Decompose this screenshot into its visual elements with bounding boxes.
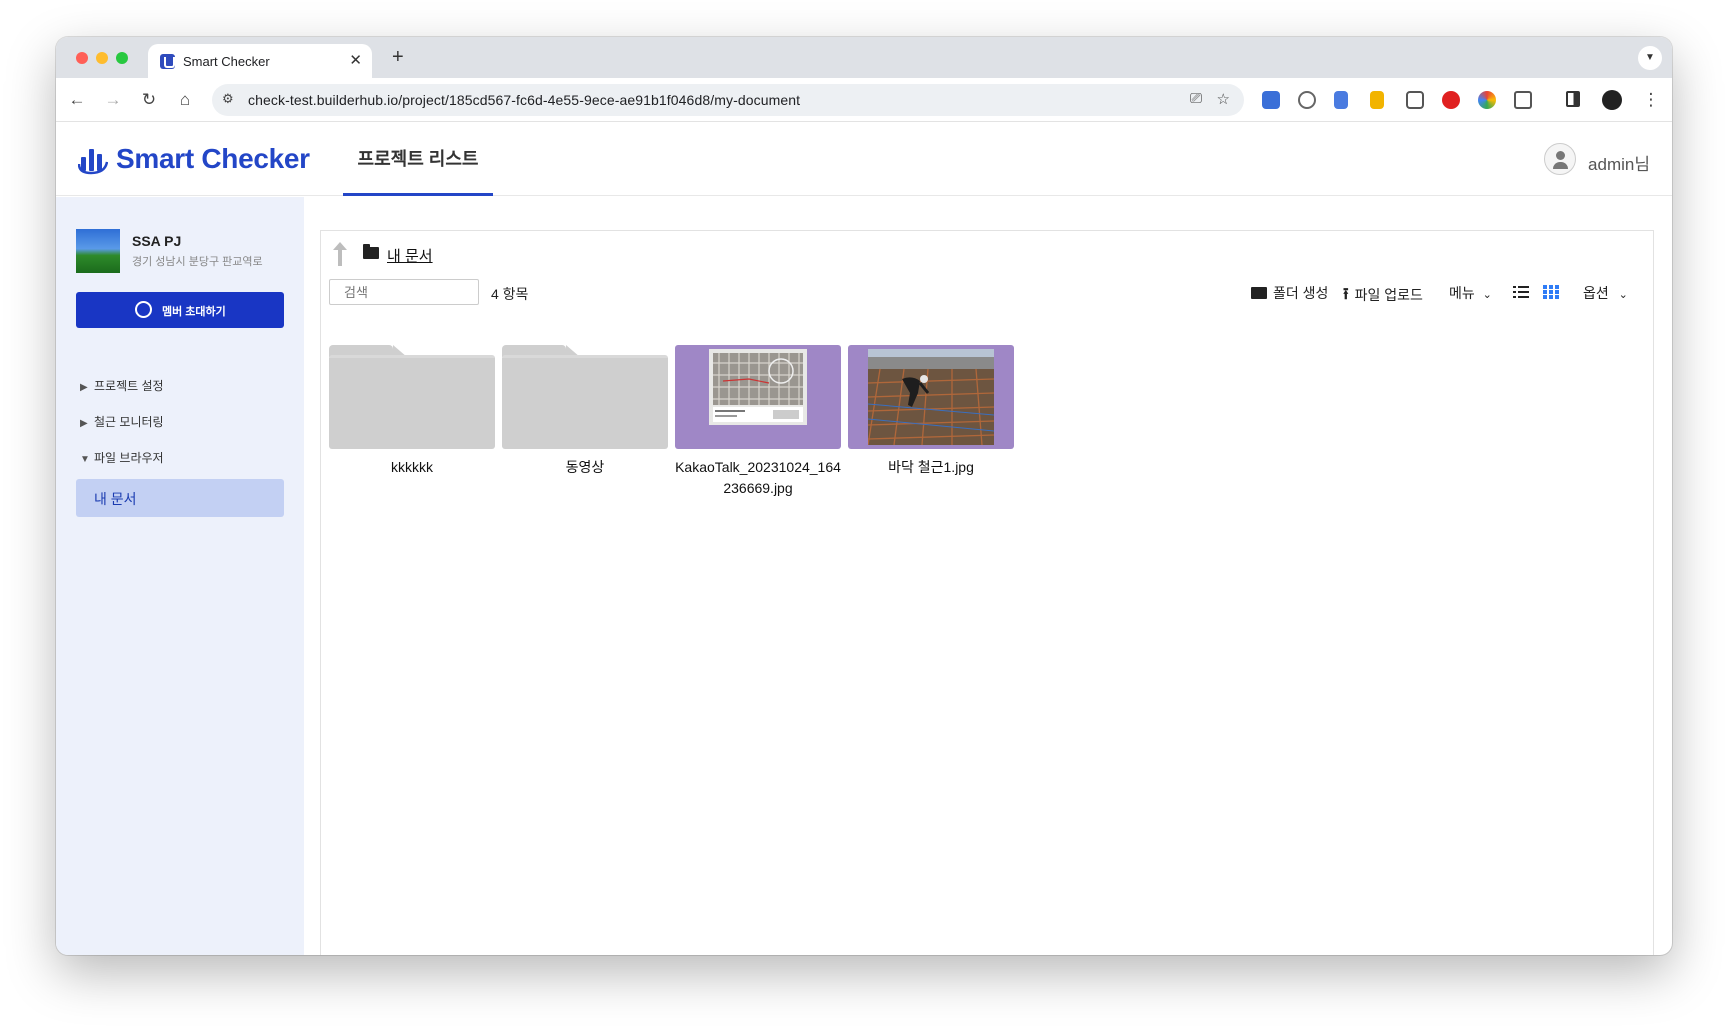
favicon-icon (160, 54, 175, 69)
breadcrumb[interactable]: 내 문서 (387, 245, 433, 266)
create-folder-label: 폴더 생성 (1273, 285, 1329, 301)
item-count: 4 항목 (491, 286, 529, 302)
adblock-extension-icon[interactable] (1442, 91, 1460, 109)
url-text[interactable]: check-test.builderhub.io/project/185cd56… (248, 92, 800, 108)
rebar-floor-photo-thumbnail (868, 349, 994, 445)
search-input[interactable] (329, 279, 479, 305)
item-name: 바닥 철근1.jpg (888, 459, 974, 475)
browser-window: Smart Checker ✕ + ▼ ← → ↻ ⌂ ⚙ check-test… (56, 37, 1672, 955)
list-view-icon[interactable] (1513, 285, 1529, 299)
sidebar-item-rebar-monitoring[interactable]: ▶ 철근 모니터링 (80, 413, 164, 430)
project-address: 경기 성남시 분당구 판교역로 (132, 256, 263, 268)
browser-menu-icon[interactable]: ⋮ (1638, 87, 1664, 113)
sidebar-item-project-settings[interactable]: ▶ 프로젝트 설정 (80, 377, 164, 394)
cloud-extension-icon[interactable] (1298, 91, 1316, 109)
forward-icon[interactable]: → (100, 87, 126, 113)
expand-arrow-icon: ▶ (80, 418, 88, 429)
user-name[interactable]: admin님 (1588, 150, 1650, 175)
project-name: SSA PJ (132, 233, 182, 249)
upload-icon: ⭱ (1343, 286, 1349, 303)
file-thumbnail-frame (675, 345, 841, 449)
image-file-item[interactable]: 바닥 철근1.jpg (848, 345, 1014, 478)
color-extension-icon[interactable] (1478, 91, 1496, 109)
tab-search-chevron-icon[interactable]: ▼ (1638, 46, 1662, 70)
invite-member-button[interactable]: 멤버 초대하기 (76, 292, 284, 328)
bookmark-star-icon[interactable]: ☆ (1217, 90, 1230, 108)
parent-folder-arrow-icon[interactable] (331, 241, 349, 267)
item-name: KakaoTalk_20231024_164236669.jpg (675, 459, 841, 496)
app-header: Smart Checker 프로젝트 리스트 admin님 (56, 123, 1672, 196)
reload-icon[interactable]: ↻ (136, 87, 162, 113)
upload-file-label: 파일 업로드 (1354, 287, 1423, 304)
menu-dropdown[interactable]: 메뉴 ⌄ (1449, 283, 1492, 303)
options-dropdown[interactable]: 옵션 ⌄ (1583, 283, 1628, 303)
collapse-arrow-icon: ▼ (80, 454, 90, 465)
sidebar-item-label: 프로젝트 설정 (94, 379, 164, 393)
extension-icon-3[interactable] (1334, 91, 1348, 109)
menu-dropdown-label: 메뉴 (1449, 285, 1475, 301)
tab-title: Smart Checker (183, 54, 270, 69)
options-dropdown-label: 옵션 (1583, 285, 1609, 301)
rebar-document-thumbnail (709, 349, 807, 425)
site-settings-icon[interactable]: ⚙ (222, 91, 234, 107)
side-panel-icon[interactable] (1566, 91, 1580, 107)
minimize-window-button[interactable] (96, 52, 108, 64)
file-thumbnail-frame (848, 345, 1014, 449)
notes-extension-icon[interactable] (1370, 91, 1384, 109)
file-browser-panel: 내 문서 4 항목 폴더 생성 ⭱ 파일 업로드 메뉴 ⌄ (320, 230, 1654, 955)
logo-mark-icon (78, 149, 108, 175)
logo-text: Smart Checker (116, 143, 310, 174)
expand-arrow-icon: ▶ (80, 382, 88, 393)
item-name: kkkkkk (391, 459, 433, 475)
folder-icon (363, 244, 379, 259)
sidebar-item-my-documents[interactable]: 내 문서 (76, 479, 284, 517)
extension-icon-5[interactable] (1406, 91, 1424, 109)
user-menu[interactable]: admin님 (1530, 143, 1650, 177)
folder-icon (502, 345, 668, 449)
maximize-window-button[interactable] (116, 52, 128, 64)
chevron-down-icon: ⌄ (1618, 289, 1628, 301)
invite-member-icon (135, 301, 152, 318)
new-tab-button[interactable]: + (392, 46, 404, 69)
folder-icon (329, 345, 495, 449)
browser-tab[interactable]: Smart Checker ✕ (148, 44, 372, 78)
item-name: 동영상 (565, 459, 605, 475)
user-avatar-icon[interactable] (1544, 143, 1576, 175)
tab-bar: Smart Checker ✕ + ▼ (56, 37, 1672, 78)
project-thumbnail (76, 229, 120, 273)
create-folder-button[interactable]: 폴더 생성 (1251, 283, 1328, 303)
tab-project-list[interactable]: 프로젝트 리스트 (343, 123, 493, 196)
sidebar-subitem-label: 내 문서 (94, 491, 137, 507)
sidebar-item-file-browser[interactable]: ▼ 파일 브라우저 (80, 449, 164, 466)
sidebar-item-label: 파일 브라우저 (94, 451, 164, 465)
sidebar-item-label: 철근 모니터링 (94, 415, 164, 429)
address-bar[interactable]: ⚙ check-test.builderhub.io/project/185cd… (212, 84, 1244, 116)
tab-close-icon[interactable]: ✕ (349, 51, 362, 69)
upload-file-button[interactable]: ⭱ 파일 업로드 (1343, 283, 1423, 310)
folder-item[interactable]: kkkkkk (329, 345, 495, 478)
puzzle-extensions-icon[interactable] (1514, 91, 1532, 109)
smart-checker-app: Smart Checker 프로젝트 리스트 admin님 SSA PJ 경기 … (56, 123, 1672, 955)
profile-avatar-icon[interactable] (1602, 90, 1622, 110)
grid-view-icon[interactable] (1543, 285, 1559, 299)
invite-member-label: 멤버 초대하기 (162, 306, 226, 318)
chevron-down-icon: ⌄ (1482, 289, 1492, 301)
install-app-icon[interactable]: ⎚ (1190, 90, 1202, 107)
image-file-item[interactable]: KakaoTalk_20231024_164236669.jpg (675, 345, 841, 499)
extension-icon-1[interactable] (1262, 91, 1280, 109)
folder-plus-icon (1251, 287, 1267, 300)
sidebar: SSA PJ 경기 성남시 분당구 판교역로 멤버 초대하기 ▶ 프로젝트 설정 … (56, 197, 304, 955)
folder-item[interactable]: 동영상 (502, 345, 668, 478)
browser-toolbar: ← → ↻ ⌂ ⚙ check-test.builderhub.io/proje… (56, 78, 1672, 122)
home-icon[interactable]: ⌂ (172, 87, 198, 113)
tab-project-list-label: 프로젝트 리스트 (357, 149, 479, 169)
back-icon[interactable]: ← (64, 87, 90, 113)
close-window-button[interactable] (76, 52, 88, 64)
